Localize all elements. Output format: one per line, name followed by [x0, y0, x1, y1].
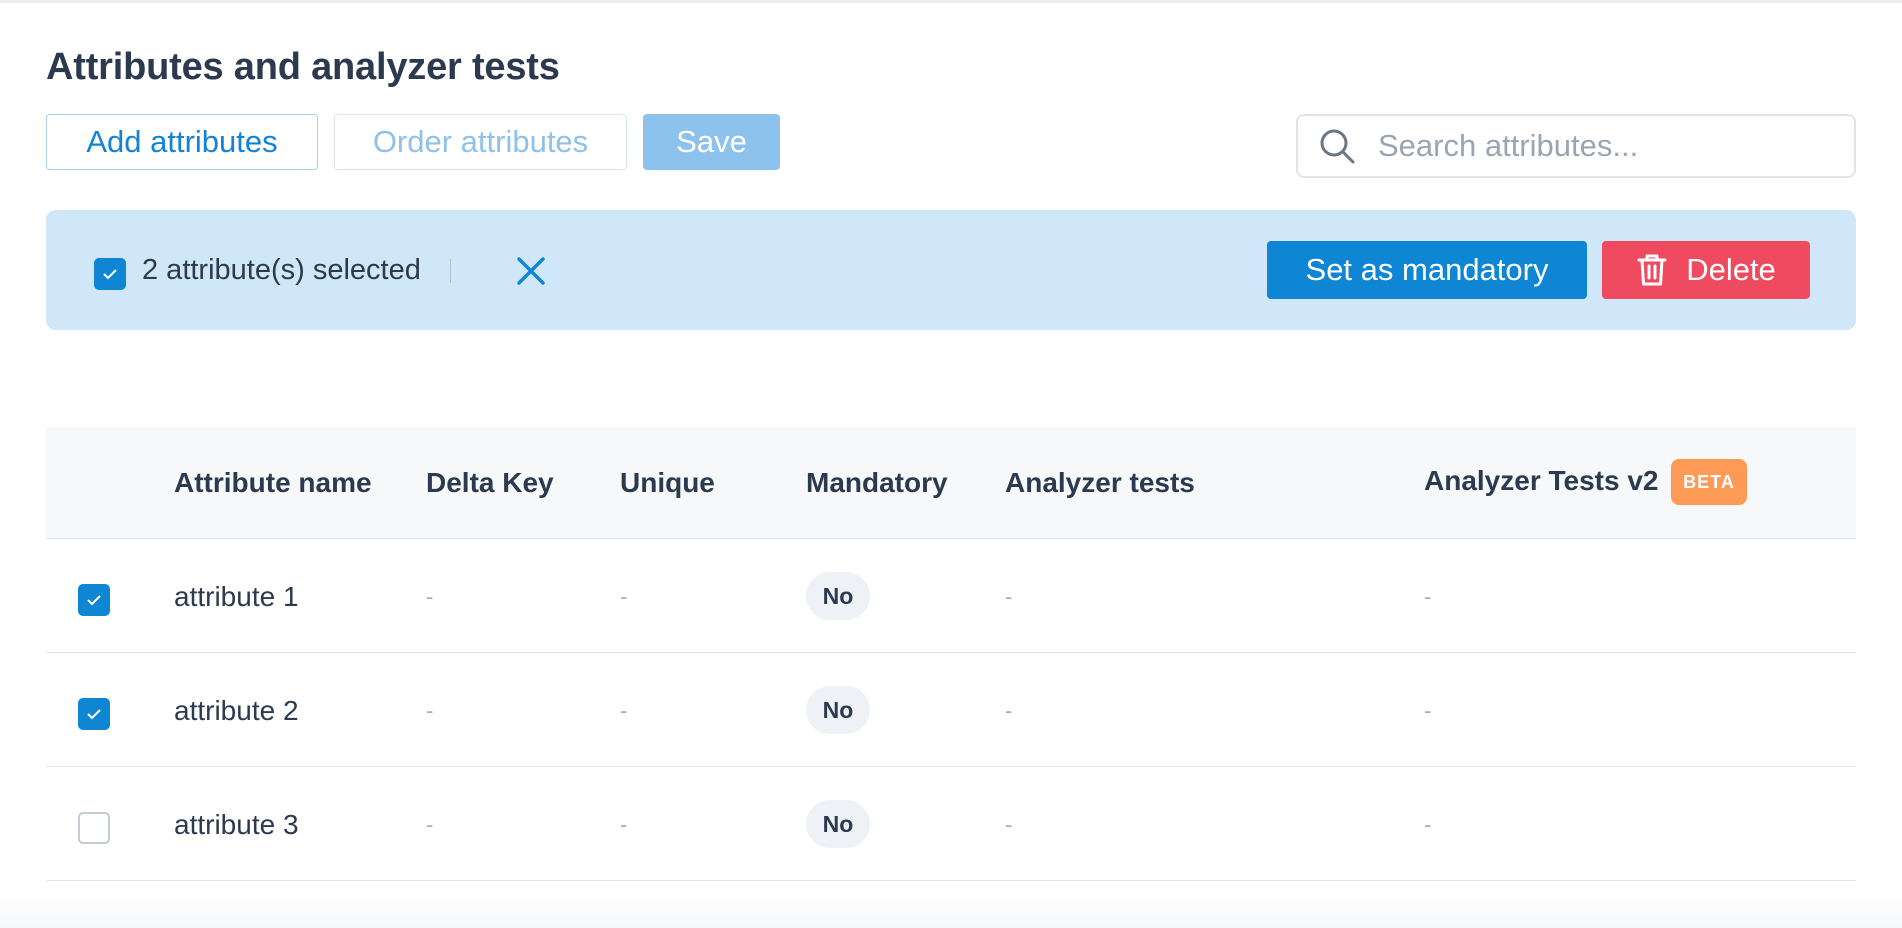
analyzer-tests-v2-value: -	[1424, 812, 1432, 837]
delete-label: Delete	[1686, 252, 1776, 287]
analyzer-tests-value: -	[1005, 698, 1013, 723]
selection-count-text: 2 attribute(s) selected	[142, 254, 421, 286]
header-analyzer-tests-v2[interactable]: Analyzer Tests v2	[1424, 465, 1659, 497]
beta-badge: BETA	[1671, 459, 1747, 505]
header-delta-key[interactable]: Delta Key	[426, 467, 554, 499]
set-as-mandatory-button[interactable]: Set as mandatory	[1267, 241, 1587, 299]
check-icon	[87, 595, 101, 606]
check-icon	[87, 709, 101, 720]
search-input[interactable]	[1378, 128, 1838, 164]
delta-key-value: -	[426, 698, 434, 723]
attribute-name: attribute 1	[174, 581, 299, 612]
analyzer-tests-value: -	[1005, 812, 1013, 837]
unique-value: -	[620, 584, 628, 609]
select-all-checkbox[interactable]	[94, 258, 126, 290]
save-button[interactable]: Save	[643, 114, 780, 170]
unique-value: -	[620, 812, 628, 837]
mandatory-badge: No	[806, 686, 870, 734]
search-icon	[1320, 129, 1355, 164]
order-attributes-button[interactable]: Order attributes	[334, 114, 627, 170]
header-attribute-name[interactable]: Attribute name	[174, 467, 372, 499]
mandatory-badge: No	[806, 800, 870, 848]
row-checkbox[interactable]	[78, 584, 110, 616]
attribute-name: attribute 3	[174, 809, 299, 840]
close-icon[interactable]	[514, 254, 548, 288]
delete-button[interactable]: Delete	[1602, 241, 1810, 299]
header-analyzer-tests[interactable]: Analyzer tests	[1005, 467, 1195, 499]
row-checkbox[interactable]	[78, 698, 110, 730]
analyzer-tests-v2-value: -	[1424, 698, 1432, 723]
analyzer-tests-value: -	[1005, 584, 1013, 609]
page-title: Attributes and analyzer tests	[46, 46, 560, 88]
trash-icon	[1637, 254, 1667, 286]
table-row[interactable]: attribute 2 - - No - -	[46, 653, 1856, 767]
delta-key-value: -	[426, 812, 434, 837]
attribute-name: attribute 2	[174, 695, 299, 726]
header-mandatory[interactable]: Mandatory	[806, 467, 948, 499]
top-divider	[0, 0, 1902, 3]
selection-divider	[450, 259, 451, 283]
table-row[interactable]: attribute 1 - - No - -	[46, 539, 1856, 653]
bottom-fade	[0, 892, 1902, 928]
search-box[interactable]	[1296, 114, 1856, 178]
table-row[interactable]: attribute 3 - - No - -	[46, 767, 1856, 881]
attributes-table: Attribute name Delta Key Unique Mandator…	[46, 427, 1856, 881]
header-unique[interactable]: Unique	[620, 467, 715, 499]
check-icon	[103, 269, 117, 280]
analyzer-tests-v2-value: -	[1424, 584, 1432, 609]
selection-bar: 2 attribute(s) selected Set as mandatory…	[46, 210, 1856, 330]
row-checkbox[interactable]	[78, 812, 110, 844]
delta-key-value: -	[426, 584, 434, 609]
mandatory-badge: No	[806, 572, 870, 620]
table-header: Attribute name Delta Key Unique Mandator…	[46, 427, 1856, 539]
unique-value: -	[620, 698, 628, 723]
add-attributes-button[interactable]: Add attributes	[46, 114, 318, 170]
